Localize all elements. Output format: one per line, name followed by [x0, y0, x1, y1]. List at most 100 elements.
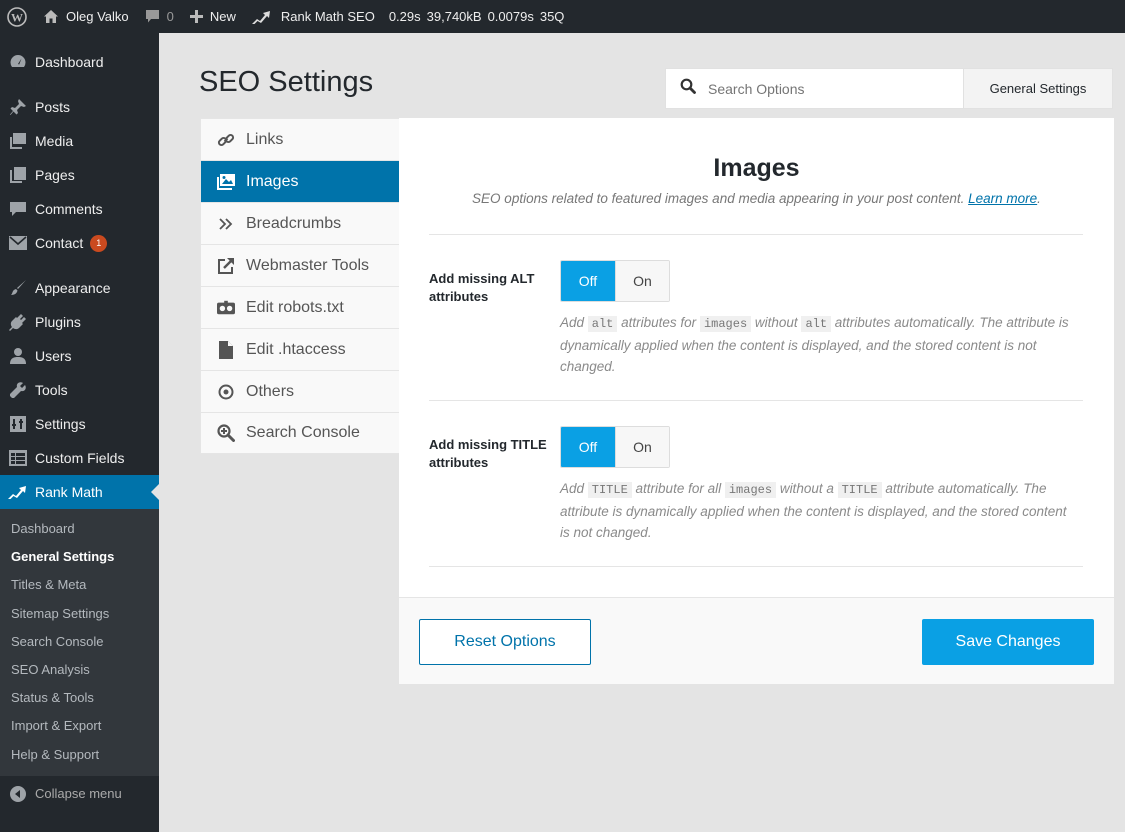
tab-label: Others: [246, 382, 295, 400]
sidebar-item-users[interactable]: Users: [0, 339, 159, 373]
sidebar-item-label: Posts: [35, 99, 71, 115]
desc-text: without a: [776, 481, 838, 496]
user-icon: [8, 346, 28, 366]
missing-title-off-option[interactable]: Off: [561, 427, 615, 467]
new-label: New: [209, 9, 236, 24]
divider: [429, 566, 1083, 567]
panel-description: SEO options related to featured images a…: [472, 191, 1041, 206]
tab-edit-htaccess[interactable]: Edit .htaccess: [201, 329, 399, 371]
sidebar-item-appearance[interactable]: Appearance: [0, 271, 159, 305]
wordpress-logo-icon[interactable]: W: [0, 0, 35, 33]
submenu-item-titles-meta[interactable]: Titles & Meta: [0, 571, 159, 599]
home-icon: [43, 9, 59, 24]
missing-alt-off-option[interactable]: Off: [561, 261, 615, 301]
sidebar-item-custom-fields[interactable]: Custom Fields: [0, 441, 159, 475]
stat-memory: 39,740kB: [426, 9, 482, 24]
settings-scope-dropdown[interactable]: General Settings: [963, 69, 1112, 108]
code-snippet: TITLE: [587, 482, 632, 498]
learn-more-link[interactable]: Learn more: [968, 191, 1037, 206]
collapse-menu-label: Collapse menu: [35, 786, 122, 802]
stat-time: 0.29s: [388, 9, 421, 24]
comments-count: 0: [166, 9, 174, 24]
code-snippet: TITLE: [837, 482, 882, 498]
pages-icon: [8, 165, 28, 185]
dashboard-icon: [8, 52, 28, 72]
code-snippet: images: [724, 482, 777, 498]
collapse-menu-button[interactable]: Collapse menu: [0, 776, 159, 812]
search-field-wrap: [666, 69, 963, 108]
admin-bar: W Oleg Valko 0 New Rank Math SEO 0.29s 3…: [0, 0, 1125, 33]
code-snippet: images: [699, 316, 752, 332]
sidebar-item-media[interactable]: Media: [0, 124, 159, 158]
external-link-icon: [217, 257, 235, 275]
sidebar-item-label: Pages: [35, 167, 75, 183]
sidebar-item-plugins[interactable]: Plugins: [0, 305, 159, 339]
desc-text: without: [751, 315, 802, 330]
search-options-input[interactable]: [708, 80, 948, 97]
missing-alt-on-option[interactable]: On: [614, 261, 669, 301]
sidebar-item-label: Tools: [35, 382, 68, 398]
rank-math-label: Rank Math SEO: [280, 9, 375, 24]
sidebar-item-settings[interactable]: Settings: [0, 407, 159, 441]
tab-webmaster-tools[interactable]: Webmaster Tools: [201, 245, 399, 287]
missing-alt-toggle: Off On: [560, 260, 670, 302]
sidebar-item-label: Plugins: [35, 314, 81, 330]
sidebar-item-comments[interactable]: Comments: [0, 192, 159, 226]
pin-icon: [8, 97, 28, 117]
sidebar-item-dashboard[interactable]: Dashboard: [0, 45, 159, 79]
stat-queries: 35Q: [539, 9, 565, 24]
sidebar-item-pages[interactable]: Pages: [0, 158, 159, 192]
submenu-item-dashboard[interactable]: Dashboard: [0, 515, 159, 543]
desc-text: attribute for all: [631, 481, 725, 496]
tab-others[interactable]: Others: [201, 371, 399, 413]
comments-link[interactable]: 0: [137, 0, 182, 33]
desc-text: Add: [560, 481, 588, 496]
rank-math-icon: [8, 482, 28, 502]
submenu-item-import-export[interactable]: Import & Export: [0, 712, 159, 740]
missing-alt-description: Add alt attributes for images without al…: [560, 312, 1080, 377]
target-icon: [217, 383, 235, 401]
reset-options-button[interactable]: Reset Options: [419, 619, 591, 665]
missing-title-on-option[interactable]: On: [614, 427, 669, 467]
sidebar-item-posts[interactable]: Posts: [0, 90, 159, 124]
sidebar-item-label: Custom Fields: [35, 450, 125, 466]
panel-footer: Reset Options Save Changes: [399, 597, 1114, 684]
submenu-item-seo-analysis[interactable]: SEO Analysis: [0, 656, 159, 684]
submenu-item-search-console[interactable]: Search Console: [0, 628, 159, 656]
sidebar-item-rank-math[interactable]: Rank Math: [0, 475, 159, 509]
panel-description-text: SEO options related to featured images a…: [472, 191, 965, 206]
query-monitor-stats[interactable]: 0.29s 39,740kB 0.0079s 35Q: [383, 0, 573, 33]
site-name-link[interactable]: Oleg Valko: [35, 0, 137, 33]
submenu-item-sitemap-settings[interactable]: Sitemap Settings: [0, 600, 159, 628]
tab-edit-robots[interactable]: Edit robots.txt: [201, 287, 399, 329]
sidebar-item-label: Settings: [35, 416, 86, 432]
tab-label: Edit robots.txt: [246, 298, 344, 316]
tab-search-console[interactable]: Search Console: [201, 413, 399, 453]
desc-text: Add: [560, 315, 588, 330]
tab-label: Edit .htaccess: [246, 340, 346, 358]
tab-breadcrumbs[interactable]: Breadcrumbs: [201, 203, 399, 245]
sidebar-item-contact[interactable]: Contact 1: [0, 226, 159, 260]
field-label-missing-title: Add missing TITLE attributes: [429, 437, 547, 470]
stat-db-time: 0.0079s: [487, 9, 534, 24]
rank-math-admin-link[interactable]: Rank Math SEO: [244, 0, 383, 33]
submenu-item-general-settings[interactable]: General Settings: [0, 543, 159, 571]
new-content-link[interactable]: New: [182, 0, 244, 33]
search-icon: [680, 78, 708, 99]
sidebar-item-tools[interactable]: Tools: [0, 373, 159, 407]
contact-count-badge: 1: [90, 234, 108, 252]
settings-tabs: Links Images Breadcrumbs Webmaster Tools…: [200, 118, 399, 454]
wrench-icon: [8, 380, 28, 400]
submenu-item-help-support[interactable]: Help & Support: [0, 741, 159, 769]
tab-links[interactable]: Links: [201, 119, 399, 161]
tab-label: Webmaster Tools: [246, 256, 370, 274]
tab-images[interactable]: Images: [201, 161, 399, 203]
submenu-item-status-tools[interactable]: Status & Tools: [0, 684, 159, 712]
code-snippet: alt: [801, 316, 832, 332]
save-changes-button[interactable]: Save Changes: [922, 619, 1094, 665]
plus-icon: [189, 10, 203, 23]
table-icon: [8, 448, 28, 468]
tab-label: Breadcrumbs: [246, 214, 342, 232]
divider: [429, 400, 1083, 401]
sidebar-item-label: Comments: [35, 201, 103, 217]
